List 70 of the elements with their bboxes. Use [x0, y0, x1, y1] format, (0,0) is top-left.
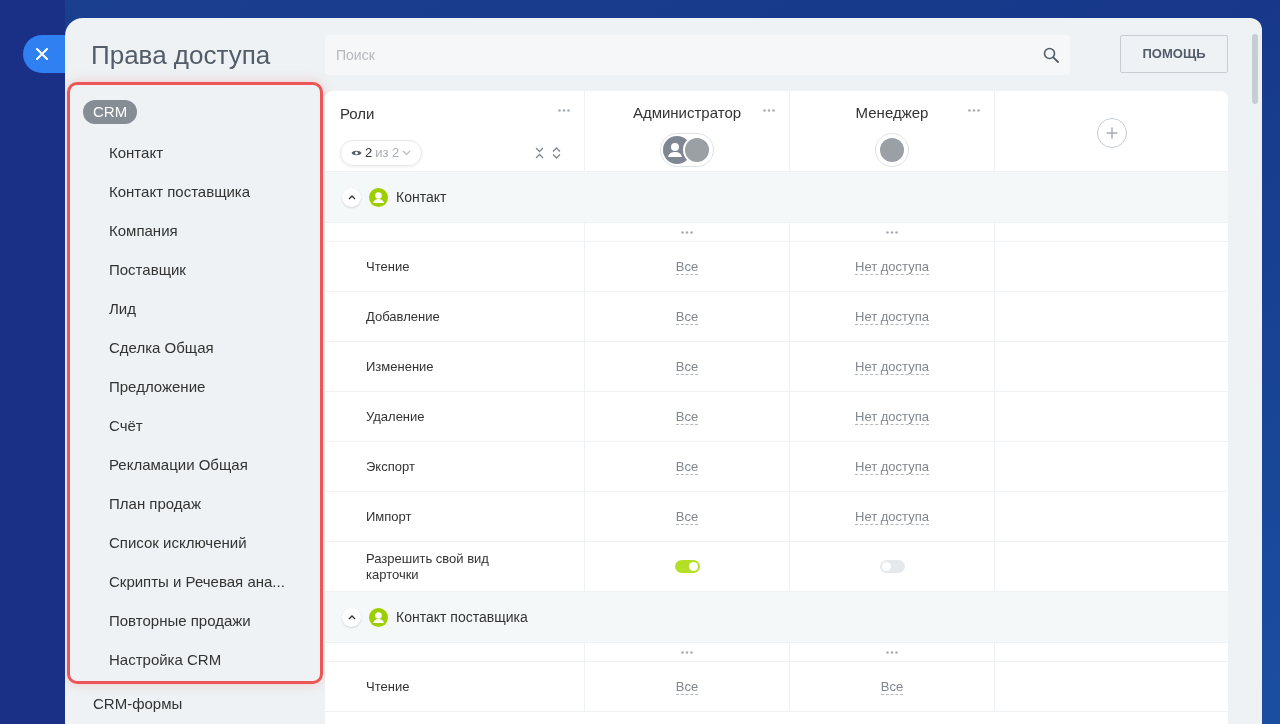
access-level-link[interactable]: Нет доступа — [855, 508, 929, 525]
permission-label: Импорт — [366, 508, 412, 525]
more-icon[interactable] — [681, 230, 693, 234]
search-field[interactable]: Поиск — [325, 35, 1070, 75]
collapse-button[interactable] — [342, 187, 361, 207]
sidebar-item[interactable]: CRM-формы — [65, 684, 325, 723]
section-title: Контакт поставщика — [396, 607, 528, 627]
close-button[interactable] — [23, 35, 65, 73]
close-icon — [36, 48, 48, 60]
person-icon — [369, 607, 388, 627]
chevron-up-icon — [347, 194, 356, 200]
section-title: Контакт — [396, 187, 447, 207]
sidebar-item[interactable]: Сделка Общая — [109, 337, 214, 360]
access-level-link[interactable]: Все — [675, 508, 699, 525]
expand-all-icon[interactable] — [552, 147, 561, 159]
more-icon[interactable] — [681, 650, 693, 654]
sidebar-item[interactable]: Контакт поставщика — [109, 181, 251, 204]
role-name: Администратор — [632, 103, 742, 123]
permission-label: Чтение — [366, 258, 410, 275]
access-level-link[interactable]: Нет доступа — [855, 358, 929, 375]
access-level-link[interactable]: Нет доступа — [855, 458, 929, 475]
sidebar-item[interactable]: Счёт — [109, 415, 143, 438]
eye-icon — [351, 149, 362, 157]
more-icon[interactable] — [886, 650, 898, 654]
more-icon[interactable] — [763, 109, 775, 112]
permission-label: Добавление — [366, 308, 440, 325]
scrollbar[interactable] — [1252, 34, 1258, 104]
permission-label: Изменение — [366, 358, 434, 375]
toggle-switch[interactable] — [879, 560, 905, 573]
access-level-link[interactable]: Все — [675, 308, 699, 325]
access-level-link[interactable]: Нет доступа — [855, 258, 929, 275]
sidebar-item[interactable]: Настройка CRM — [109, 649, 222, 672]
access-level-link[interactable]: Все — [675, 358, 699, 375]
access-level-link[interactable]: Все — [880, 678, 904, 695]
sidebar-item[interactable]: Компания — [109, 220, 178, 243]
sidebar-item[interactable]: Предложение — [109, 376, 206, 399]
access-level-link[interactable]: Нет доступа — [855, 308, 929, 325]
person-icon — [369, 187, 388, 207]
chevron-down-icon — [402, 150, 412, 156]
search-icon[interactable] — [1043, 47, 1059, 63]
more-icon[interactable] — [886, 230, 898, 234]
permission-label: Чтение — [366, 678, 410, 695]
permission-label: Удаление — [366, 408, 425, 425]
column-header: Роли — [340, 104, 375, 124]
sidebar-item[interactable]: Список исключений — [109, 532, 247, 555]
sidebar-item[interactable]: Поставщик — [109, 259, 186, 282]
collapse-all-icon[interactable] — [535, 147, 544, 159]
access-level-link[interactable]: Нет доступа — [855, 408, 929, 425]
sidebar-item[interactable]: Скрипты и Речевая ана... — [109, 571, 285, 594]
access-level-link[interactable]: Все — [675, 678, 699, 695]
permission-label: Разрешить свой вид карточки — [366, 550, 490, 583]
collapse-button[interactable] — [342, 607, 361, 627]
sidebar-item[interactable]: Рекламации Общая — [109, 454, 248, 477]
access-level-link[interactable]: Все — [675, 258, 699, 275]
more-icon[interactable] — [968, 109, 980, 112]
sidebar-item[interactable]: Контакт — [109, 142, 163, 165]
access-level-link[interactable]: Все — [675, 458, 699, 475]
sidebar-item[interactable]: Повторные продажи — [109, 610, 251, 633]
page-title: Права доступа — [91, 42, 271, 68]
permission-label: Экспорт — [366, 458, 415, 475]
more-icon[interactable] — [558, 109, 570, 112]
sidebar-item[interactable]: Лид — [109, 298, 136, 321]
chevron-up-icon — [347, 614, 356, 620]
sidebar-item[interactable]: План продаж — [109, 493, 201, 516]
role-name: Менеджер — [855, 103, 929, 123]
avatar-placeholder — [683, 135, 711, 164]
plus-icon — [1105, 127, 1118, 139]
toggle-switch[interactable] — [674, 560, 700, 573]
help-button[interactable]: ПОМОЩЬ — [1120, 35, 1228, 73]
access-level-link[interactable]: Все — [675, 408, 699, 425]
